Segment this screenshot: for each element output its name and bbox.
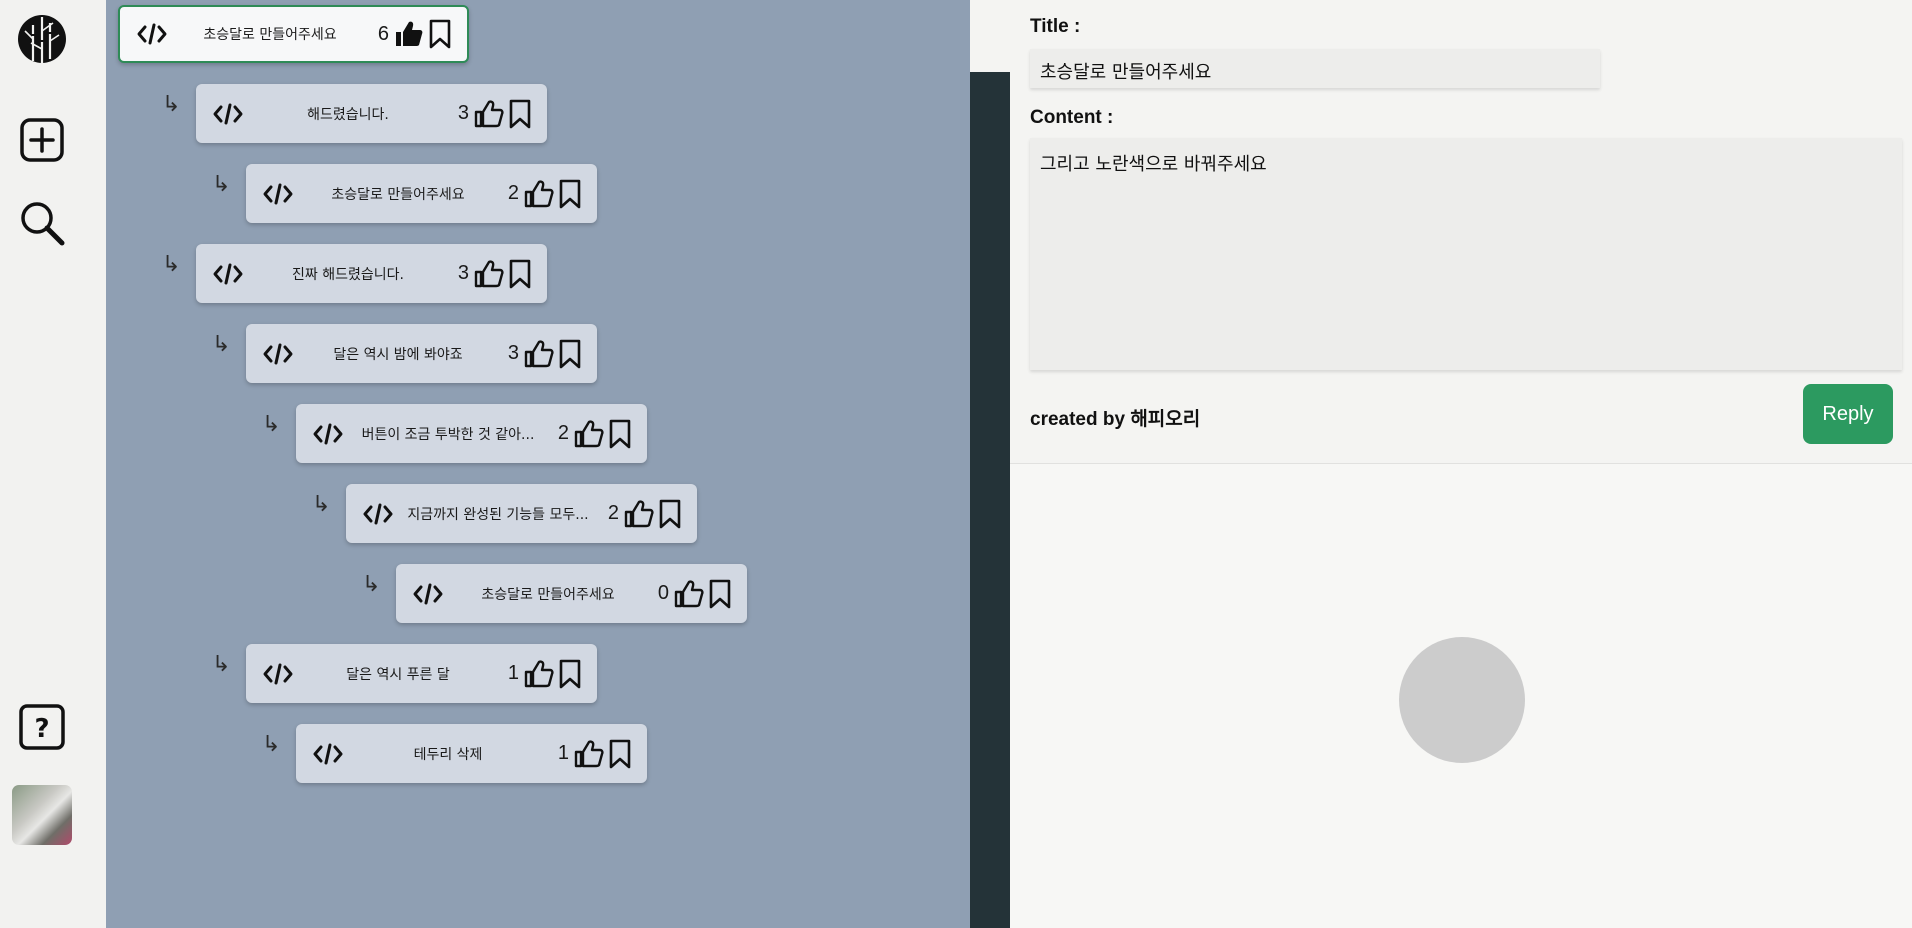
thread-node[interactable]: 달은 역시 푸른 달 1 xyxy=(246,644,597,703)
reply-arrow-icon: ↳ xyxy=(162,252,181,277)
code-icon xyxy=(263,182,297,206)
like-count: 1 xyxy=(507,662,519,684)
avatar[interactable] xyxy=(12,785,72,845)
plus-square-icon xyxy=(20,118,64,162)
thread-node[interactable]: 초승달로 만들어주세요 2 xyxy=(246,164,597,223)
thread-node-title: 테두리 삭제 xyxy=(413,746,483,763)
add-post-button[interactable] xyxy=(17,115,67,165)
sidebar: ? xyxy=(0,0,106,928)
thumbs-up-icon[interactable] xyxy=(673,578,705,610)
reply-arrow-icon: ↳ xyxy=(212,172,231,197)
thumbs-up-icon[interactable] xyxy=(523,338,555,370)
thread-node[interactable]: 테두리 삭제 1 xyxy=(296,724,647,783)
like-count: 0 xyxy=(657,582,669,604)
reply-button[interactable]: Reply xyxy=(1803,384,1893,444)
thumbs-up-icon[interactable] xyxy=(523,658,555,690)
thumbs-up-icon[interactable] xyxy=(473,98,505,130)
post-detail-header: Title : 초승달로 만들어주세요 Content : 그리고 노란색으로 … xyxy=(1010,0,1912,464)
help-button[interactable]: ? xyxy=(17,702,67,752)
code-icon xyxy=(263,342,297,366)
code-icon xyxy=(313,422,347,446)
thumbs-up-filled-icon[interactable] xyxy=(393,18,425,50)
code-icon xyxy=(213,102,247,126)
thread-node[interactable]: 달은 역시 밤에 봐야죠 3 xyxy=(246,324,597,383)
bamboo-logo-icon[interactable] xyxy=(17,14,67,64)
thumbs-up-icon[interactable] xyxy=(623,498,655,530)
thread-node[interactable]: 진짜 해드렸습니다. 3 xyxy=(196,244,547,303)
thumbs-up-icon[interactable] xyxy=(573,738,605,770)
bookmark-icon[interactable] xyxy=(555,178,585,210)
title-label: Title : xyxy=(1030,16,1081,37)
reply-arrow-icon: ↳ xyxy=(212,652,231,677)
like-count: 1 xyxy=(557,742,569,764)
like-count: 2 xyxy=(507,182,519,204)
thread-panel: 초승달로 만들어주세요 6 ↳ 해드렸습니다. 3 ↳ 초승달로 만들어주세요 2 ↳ 진짜 해드… xyxy=(106,0,1062,928)
post-detail-panel: Title : 초승달로 만들어주세요 Content : 그리고 노란색으로 … xyxy=(1010,0,1912,928)
reply-arrow-icon: ↳ xyxy=(312,492,331,517)
thread-node-title: 초승달로 만들어주세요 xyxy=(203,27,337,43)
code-icon xyxy=(263,662,297,686)
thread-node[interactable]: 지금까지 완성된 기능들 모두... 2 xyxy=(346,484,697,543)
thread-node-title: 진짜 해드렸습니다. xyxy=(292,266,404,283)
author-text: created by 해피오리 xyxy=(1030,409,1201,430)
content-field[interactable]: 그리고 노란색으로 바꿔주세요 xyxy=(1030,138,1902,370)
thread-node-title: 달은 역시 푸른 달 xyxy=(346,666,450,683)
reply-arrow-icon: ↳ xyxy=(262,732,281,757)
thread-node-title: 지금까지 완성된 기능들 모두... xyxy=(407,506,589,523)
bookmark-icon[interactable] xyxy=(425,18,455,50)
bookmark-icon[interactable] xyxy=(655,498,685,530)
bookmark-icon[interactable] xyxy=(705,578,735,610)
like-count: 3 xyxy=(457,102,469,124)
code-icon xyxy=(413,582,447,606)
thumbs-up-icon[interactable] xyxy=(523,178,555,210)
like-count: 3 xyxy=(507,342,519,364)
thumbs-up-icon[interactable] xyxy=(573,418,605,450)
bookmark-icon[interactable] xyxy=(555,338,585,370)
thread-node[interactable]: 버튼이 조금 투박한 것 같아... 2 xyxy=(296,404,647,463)
thread-node-title: 초승달로 만들어주세요 xyxy=(331,186,465,203)
reply-arrow-icon: ↳ xyxy=(162,92,181,117)
thread-node[interactable]: 초승달로 만들어주세요 6 xyxy=(118,5,469,63)
panel-divider xyxy=(970,72,1010,928)
thread-node-title: 버튼이 조금 투박한 것 같아... xyxy=(361,426,535,443)
reply-arrow-icon: ↳ xyxy=(262,412,281,437)
bookmark-icon[interactable] xyxy=(605,418,635,450)
help-icon: ? xyxy=(19,704,65,750)
bookmark-icon[interactable] xyxy=(505,258,535,290)
loading-placeholder xyxy=(1399,637,1525,763)
code-icon xyxy=(213,262,247,286)
svg-text:?: ? xyxy=(34,714,49,744)
code-icon xyxy=(313,742,347,766)
reply-arrow-icon: ↳ xyxy=(212,332,231,357)
search-button[interactable] xyxy=(17,198,67,248)
code-icon xyxy=(137,22,171,46)
like-count: 6 xyxy=(377,22,389,45)
thread-node-title: 달은 역시 밤에 봐야죠 xyxy=(333,346,463,363)
like-count: 2 xyxy=(557,422,569,444)
like-count: 3 xyxy=(457,262,469,284)
thread-node-title: 해드렸습니다. xyxy=(307,106,389,123)
search-icon xyxy=(21,202,65,246)
bookmark-icon[interactable] xyxy=(555,658,585,690)
title-field[interactable]: 초승달로 만들어주세요 xyxy=(1030,49,1600,88)
bookmark-icon[interactable] xyxy=(505,98,535,130)
thread-node-title: 초승달로 만들어주세요 xyxy=(481,586,615,603)
code-icon xyxy=(363,502,397,526)
thumbs-up-icon[interactable] xyxy=(473,258,505,290)
thread-node[interactable]: 해드렸습니다. 3 xyxy=(196,84,547,143)
like-count: 2 xyxy=(607,502,619,524)
reply-arrow-icon: ↳ xyxy=(362,572,381,597)
bookmark-icon[interactable] xyxy=(605,738,635,770)
thread-node[interactable]: 초승달로 만들어주세요 0 xyxy=(396,564,747,623)
content-label: Content : xyxy=(1030,107,1114,128)
